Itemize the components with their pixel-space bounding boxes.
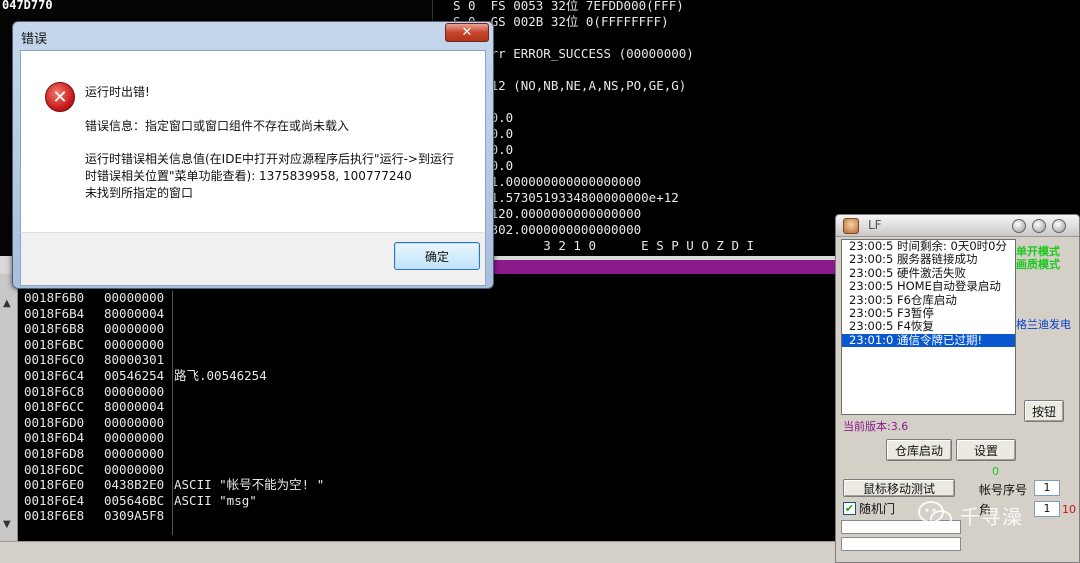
stack-address: 0018F6CC <box>24 399 85 415</box>
stack-value: 00000000 <box>104 383 165 399</box>
stack-value: 00000000 <box>104 336 165 352</box>
stack-value: 00000000 <box>104 461 165 477</box>
dialog-detail-line2: 时错误相关位置"菜单功能查看): 1375839958, 100777240 <box>85 169 412 183</box>
stack-address: 0018F6DC <box>24 461 85 477</box>
minimize-icon[interactable] <box>1012 219 1026 233</box>
stack-address: 0018F6E0 <box>24 477 85 493</box>
account-index-label: 帐号序号 <box>979 483 1028 497</box>
stack-value: 005646BC <box>104 492 165 508</box>
error-icon: ✕ <box>45 82 75 112</box>
progress-bar-2 <box>841 537 961 551</box>
stack-address: 0018F6BC <box>24 336 85 352</box>
stack-comment: ASCII "msg" <box>174 492 257 508</box>
stack-address: 0018F6D8 <box>24 446 85 461</box>
log-item[interactable]: 23:00:5 硬件激活失败 <box>842 266 1015 280</box>
register-line[interactable]: S 0 FS 0053 32位 7EFDD000(FFF) <box>453 0 684 14</box>
stack-comment: ASCII "帐号不能为空! " <box>174 477 325 493</box>
stack-address: 0018F6B0 <box>24 290 85 305</box>
stack-value: 0438B2E0 <box>104 477 165 493</box>
stack-address: 0018F6B4 <box>24 305 85 321</box>
lf-titlebar[interactable]: LF <box>836 215 1079 237</box>
stack-address: 0018F6D0 <box>24 414 85 430</box>
stack-comment: 路飞.00546254 <box>174 368 267 383</box>
stack-address: 0018F6C0 <box>24 352 85 368</box>
stack-value: 80000301 <box>104 352 165 368</box>
scroll-up-icon[interactable]: ▲ <box>3 298 11 309</box>
log-item[interactable]: 23:00:5 HOME自动登录启动 <box>842 279 1015 293</box>
close-icon[interactable] <box>1052 219 1066 233</box>
role-max-label: 10 <box>1062 503 1076 516</box>
stack-value: 00000000 <box>104 446 165 461</box>
stack-value: 80000004 <box>104 399 165 415</box>
stack-value: 00000000 <box>104 414 165 430</box>
top-address: 047D770 <box>2 0 53 12</box>
stack-address: 0018F6C4 <box>24 368 85 383</box>
stack-address: 0018F6E4 <box>24 492 85 508</box>
log-item[interactable]: 23:00:5 F3暂停 <box>842 306 1015 320</box>
register-line[interactable]: 3 2 1 0 E S P U O Z D I <box>453 238 754 254</box>
log-item[interactable]: 23:00:5 F6仓库启动 <box>842 293 1015 307</box>
stack-value: 00000000 <box>104 430 165 446</box>
dialog-info: 错误信息：指定窗口或窗口组件不存在或尚未载入 <box>85 119 350 133</box>
stack-address: 0018F6E8 <box>24 508 85 524</box>
log-item[interactable]: 23:00:5 时间剩余: 0天0时0分 <box>842 240 1015 253</box>
stack-value: 00000000 <box>104 321 165 337</box>
stack-value: 00546254 <box>104 368 165 383</box>
server-label: 格兰迪发电 <box>1016 318 1071 331</box>
stack-column-divider <box>172 290 173 535</box>
account-index-input[interactable]: 1 <box>1034 480 1060 496</box>
random-door-label: 随机门 <box>859 502 896 516</box>
avatar-icon <box>843 218 859 234</box>
stack-address: 0018F6C8 <box>24 383 85 399</box>
dialog-detail-line3: 未找到所指定的窗口 <box>85 186 194 200</box>
stack-scroll-gutter[interactable]: ▲ ▼ <box>0 274 18 563</box>
scroll-down-icon[interactable]: ▼ <box>3 519 11 530</box>
ok-button[interactable]: 确定 <box>394 242 480 270</box>
watermark-text: 千寻澡 <box>960 504 1023 529</box>
stack-value: 0309A5F8 <box>104 508 165 524</box>
log-item[interactable]: 23:01:0 通信令牌已过期! <box>842 333 1015 348</box>
watermark: 千寻澡 <box>918 500 1023 530</box>
log-item[interactable]: 23:00:5 F4恢复 <box>842 319 1015 333</box>
dialog-close-button[interactable]: ✕ <box>445 23 489 42</box>
stack-address: 0018F6D4 <box>24 430 85 446</box>
log-list[interactable]: 23:00:5 时间剩余: 0天0时0分 23:00:5 服务器链接成功 23:00… <box>841 239 1016 415</box>
stack-value: 00000000 <box>104 290 165 305</box>
lf-title: LF <box>868 218 882 232</box>
stack-value: 80000004 <box>104 305 165 321</box>
warehouse-start-button[interactable]: 仓库启动 <box>886 439 952 461</box>
dialog-title: 错误 <box>21 32 48 47</box>
version-label: 当前版本:3.6 <box>843 420 909 433</box>
generic-button[interactable]: 按钮 <box>1024 400 1064 422</box>
mode-label-2: 画质模式 <box>1016 258 1060 271</box>
maximize-icon[interactable] <box>1032 219 1046 233</box>
wechat-icon <box>918 500 952 530</box>
dialog-detail-line1: 运行时错误相关信息值(在IDE中打开对应源程序后执行"运行->到运行 <box>85 152 454 166</box>
log-item[interactable]: 23:00:5 服务器链接成功 <box>842 252 1015 266</box>
mouse-move-test-button[interactable]: 鼠标移动测试 <box>843 479 955 497</box>
settings-button[interactable]: 设置 <box>956 439 1016 461</box>
random-door-checkbox[interactable]: ✔ <box>843 502 856 515</box>
counter-label: 0 <box>992 465 999 478</box>
stack-address: 0018F6B8 <box>24 321 85 337</box>
horizontal-scrollbar[interactable] <box>0 541 838 563</box>
dialog-heading: 运行时出错! <box>85 85 150 99</box>
role-input[interactable]: 1 <box>1034 501 1060 517</box>
